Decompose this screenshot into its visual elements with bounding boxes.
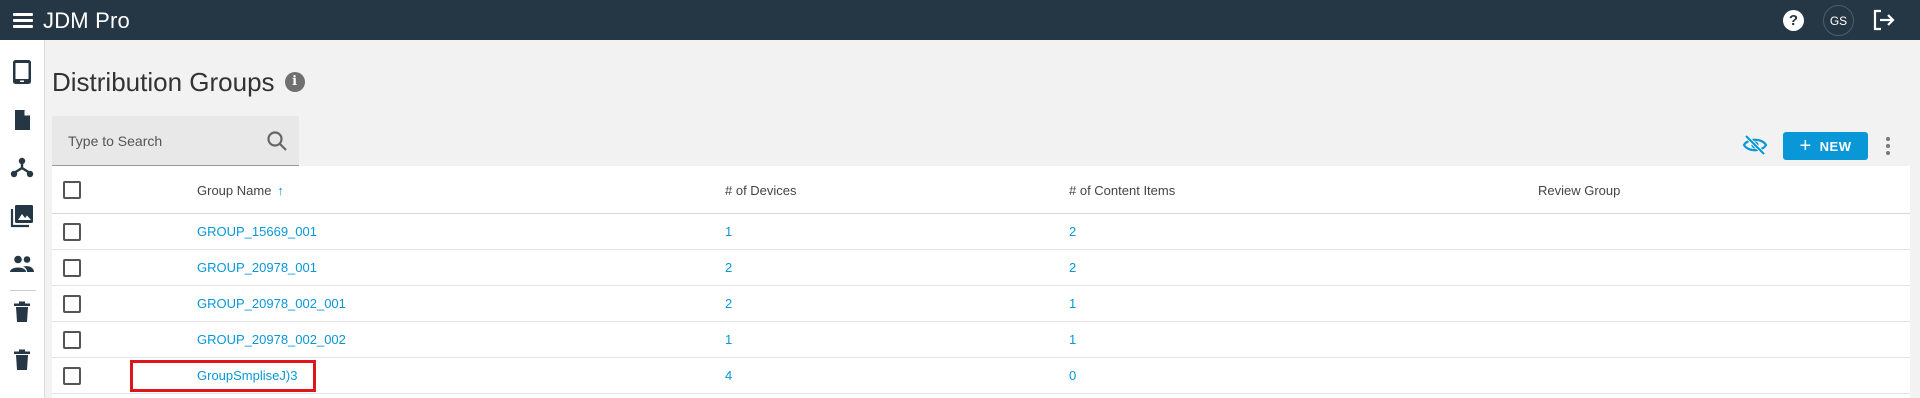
trash-icon [14,349,30,370]
sidebar-item-content[interactable] [8,106,36,134]
people-icon [10,255,34,272]
visibility-off-icon[interactable] [1742,133,1768,157]
new-button-label: NEW [1819,138,1852,154]
sidebar-item-distribution-groups[interactable] [8,154,36,182]
table-header-row: Group Name ↑ # of Devices # of Content It… [52,166,1910,214]
group-name-link[interactable]: GROUP_20978_001 [197,260,317,275]
document-icon [15,110,30,130]
search-icon[interactable] [265,129,289,153]
header-devices[interactable]: # of Devices [725,183,797,198]
hamburger-menu-icon[interactable] [12,9,34,31]
hierarchy-icon [10,157,34,178]
sidebar-item-trash-1[interactable] [8,298,36,326]
sidebar-item-media[interactable] [8,202,36,230]
group-name-link[interactable]: GROUP_20978_002_002 [197,332,346,347]
row-checkbox[interactable] [63,367,81,385]
page-title: Distribution Groups [52,66,275,97]
row-checkbox[interactable] [63,259,81,277]
row-checkbox[interactable] [63,223,81,241]
plus-icon: + [1799,135,1812,157]
group-name-link[interactable]: GROUP_20978_002_001 [197,296,346,311]
row-checkbox[interactable] [63,331,81,349]
sidebar [0,40,45,398]
search-input[interactable] [68,130,258,152]
devices-count-link[interactable]: 4 [725,368,732,383]
content-count-link[interactable]: 2 [1069,260,1076,275]
content-count-link[interactable]: 1 [1069,296,1076,311]
distribution-groups-table: Group Name ↑ # of Devices # of Content It… [52,166,1910,398]
table-row: GROUP_20978_002_002 1 1 [52,322,1910,358]
app-title: JDM Pro [43,8,130,33]
devices-count-link[interactable]: 1 [725,224,732,239]
page-header: Distribution Groups i [52,66,305,98]
devices-count-link[interactable]: 2 [725,296,732,311]
group-name-link[interactable]: GroupSmpliseJ)3 [197,368,297,383]
search-box [52,116,299,166]
sort-ascending-icon[interactable]: ↑ [277,183,284,198]
tablet-icon [13,60,31,84]
user-avatar[interactable]: GS [1823,5,1854,36]
table-row: GroupSmpliseJ)3 4 0 [52,358,1910,394]
header-group-name-label: Group Name [197,183,272,198]
more-options-icon[interactable] [1882,134,1894,158]
top-bar: JDM Pro ? GS [0,0,1920,40]
sidebar-divider [10,290,36,291]
row-checkbox[interactable] [63,295,81,313]
sidebar-item-users[interactable] [8,250,36,278]
table-row: GROUP_15669_001 1 2 [52,214,1910,250]
header-content-items[interactable]: # of Content Items [1069,183,1175,198]
group-name-link[interactable]: GROUP_15669_001 [197,224,317,239]
table-row: GROUP_20978_001 2 2 [52,250,1910,286]
header-review-group[interactable]: Review Group [1538,183,1620,198]
sidebar-item-trash-2[interactable] [8,346,36,374]
select-all-checkbox[interactable] [63,181,81,199]
trash-icon [14,301,30,322]
content-count-link[interactable]: 2 [1069,224,1076,239]
content-count-link[interactable]: 1 [1069,332,1076,347]
help-icon[interactable]: ? [1783,10,1804,31]
new-button[interactable]: + NEW [1783,132,1868,160]
sidebar-item-devices[interactable] [8,58,36,86]
photo-library-icon [10,205,33,228]
info-icon[interactable]: i [284,72,305,92]
devices-count-link[interactable]: 1 [725,332,732,347]
devices-count-link[interactable]: 2 [725,260,732,275]
header-group-name[interactable]: Group Name ↑ [197,183,284,198]
logout-icon[interactable] [1872,9,1896,31]
table-row: GROUP_20978_002_001 2 1 [52,286,1910,322]
content-count-link[interactable]: 0 [1069,368,1076,383]
